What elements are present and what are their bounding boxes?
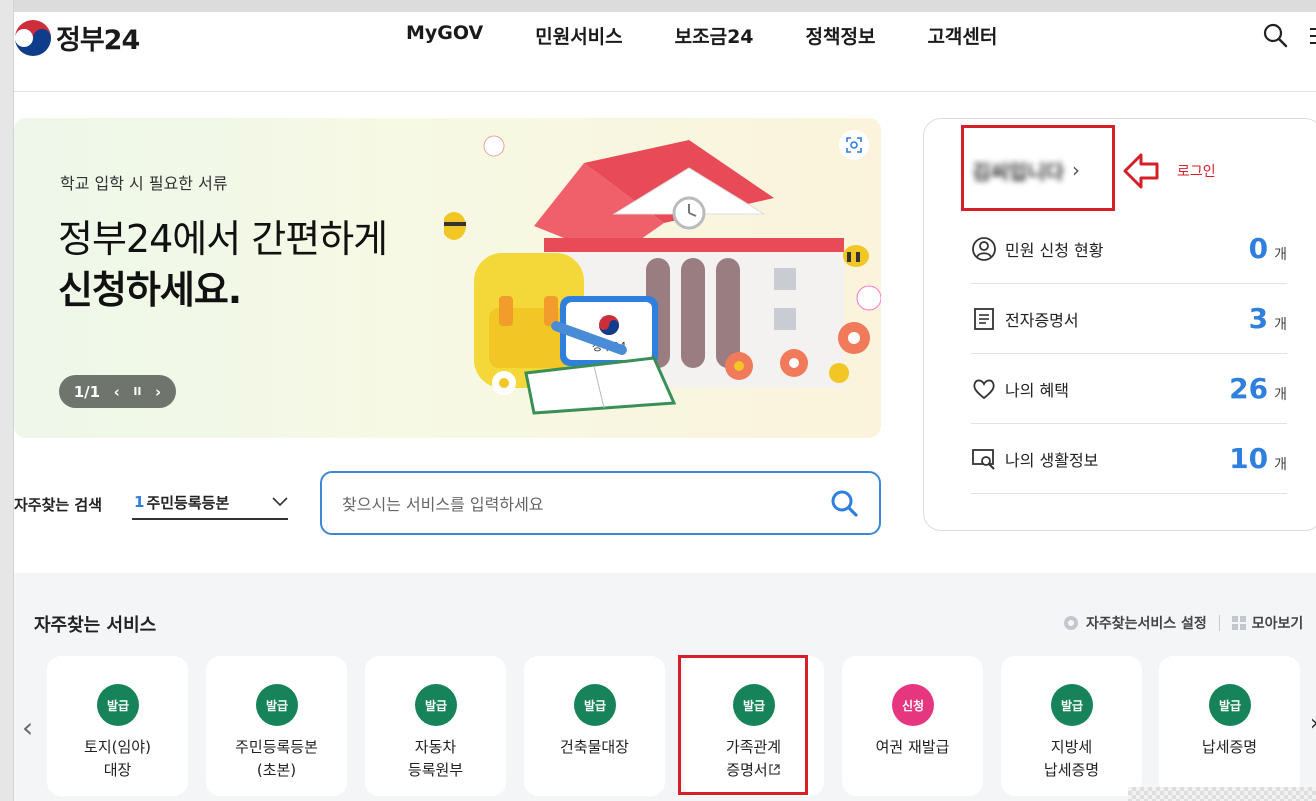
stat-label: 전자증명서	[1005, 310, 1079, 330]
grid-icon[interactable]	[1231, 616, 1246, 630]
banner-title-line1: 정부24에서 간편하게	[58, 217, 388, 261]
document-icon	[974, 307, 994, 330]
site-logo[interactable]: 정부24	[14, 18, 140, 57]
my-info-panel: 김씨입니다 › 로그인 민원 신청 현황 0 개 전자증명서 3 개 나의 혜택…	[923, 118, 1316, 531]
stat-value: 10	[1229, 442, 1269, 475]
service-card[interactable]: 발급 납세증명	[1159, 656, 1300, 796]
selected-keyword: 주민등록등본	[146, 493, 230, 512]
stat-value: 26	[1229, 372, 1269, 405]
heart-icon	[973, 379, 995, 399]
taegeuk-logo-icon	[14, 19, 52, 56]
family-certificate-highlight	[678, 655, 808, 795]
stat-unit: 개	[1274, 246, 1287, 263]
gear-icon[interactable]	[1062, 614, 1080, 632]
stat-label: 민원 신청 현황	[1005, 240, 1104, 260]
logo-text: 정부24	[56, 25, 140, 56]
search-input[interactable]	[342, 491, 802, 517]
banner-subtitle: 학교 입학 시 필요한 서류	[60, 174, 228, 193]
frequent-search-select[interactable]: 1 주민등록등본	[132, 486, 288, 520]
nav-civil-services[interactable]: 민원서비스	[535, 22, 622, 49]
login-name[interactable]: 김씨입니다	[972, 156, 1064, 185]
chevron-right-icon[interactable]: ›	[1072, 158, 1080, 182]
stat-civil-applications[interactable]: 민원 신청 현황 0 개	[971, 214, 1287, 284]
service-card[interactable]: 발급 자동차 등록원부	[365, 656, 506, 796]
stat-label: 나의 생활정보	[1005, 450, 1099, 470]
banner-pager: 1/1 ‹ II ›	[59, 375, 176, 408]
stat-unit: 개	[1274, 456, 1287, 473]
stat-label: 나의 혜택	[1005, 380, 1069, 400]
next-slide-icon[interactable]: ›	[155, 383, 161, 401]
issue-badge: 발급	[1051, 684, 1093, 726]
service-card[interactable]: 신청 여권 재발급	[842, 656, 983, 796]
stat-life-info[interactable]: 나의 생활정보 10 개	[971, 424, 1287, 494]
stat-value: 3	[1248, 302, 1269, 335]
search-submit-icon[interactable]	[828, 487, 860, 519]
nav-policy-info[interactable]: 정책정보	[806, 22, 876, 49]
banner-title-line2: 신청하세요.	[58, 268, 242, 313]
arrow-left-icon	[1123, 153, 1159, 189]
service-card[interactable]: 발급 주민등록등본 (초본)	[206, 656, 347, 796]
person-circle-icon	[972, 236, 996, 261]
service-name: 건축물대장	[559, 738, 629, 756]
service-name: 여권 재발급	[875, 738, 950, 756]
school-illustration: 정부24	[444, 135, 881, 415]
login-highlight[interactable]: 김씨입니다 ›	[961, 125, 1115, 211]
window-left-edge	[0, 0, 14, 801]
services-title: 자주찾는 서비스	[34, 615, 157, 636]
nav-mygov[interactable]: MyGOV	[406, 22, 483, 49]
frequent-search: 자주찾는 검색 1 주민등록등본	[14, 493, 288, 520]
hero-banner[interactable]: 학교 입학 시 필요한 서류 정부24에서 간편하게 신청하세요. 1/1 ‹ …	[14, 118, 881, 438]
chevron-right-icon[interactable]: ›	[1310, 711, 1316, 736]
issue-badge: 발급	[97, 684, 139, 726]
service-card[interactable]: 발급 건축물대장	[524, 656, 665, 796]
search-monitor-icon	[972, 448, 995, 470]
service-search	[320, 471, 881, 535]
apply-badge: 신청	[892, 684, 934, 726]
stat-unit: 개	[1274, 316, 1287, 333]
window-top-edge	[0, 0, 1316, 12]
issue-badge: 발급	[574, 684, 616, 726]
pause-icon[interactable]: II	[133, 385, 141, 398]
site-header: 정부24 MyGOV 민원서비스 보조금24 정책정보 고객센터	[14, 12, 1316, 92]
more-vertical-icon[interactable]	[1310, 26, 1316, 46]
divider	[1218, 615, 1220, 631]
services-settings-link[interactable]: 자주찾는서비스 설정	[1086, 613, 1207, 633]
rank-number: 1	[134, 493, 145, 511]
services-tools: 자주찾는서비스 설정 모아보기	[1062, 613, 1303, 633]
chevron-left-icon[interactable]: ‹	[22, 711, 33, 744]
service-card[interactable]: 발급 토지(임야) 대장	[47, 656, 188, 796]
page: 정부24 MyGOV 민원서비스 보조금24 정책정보 고객센터 학교 입학 시…	[0, 0, 1316, 801]
service-name: 자동차 등록원부	[407, 738, 464, 779]
issue-badge: 발급	[1209, 684, 1251, 726]
transparency-pattern	[1128, 787, 1316, 801]
stat-unit: 개	[1274, 386, 1287, 403]
view-all-link[interactable]: 모아보기	[1252, 613, 1304, 633]
service-name: 납세증명	[1201, 738, 1258, 756]
nav-subsidy24[interactable]: 보조금24	[675, 22, 754, 49]
service-name: 지방세 납세증명	[1043, 738, 1100, 779]
issue-badge: 발급	[256, 684, 298, 726]
main-nav: MyGOV 민원서비스 보조금24 정책정보 고객센터	[406, 22, 1049, 49]
stat-value: 0	[1248, 232, 1269, 265]
chevron-down-icon	[272, 497, 288, 507]
banner-title: 정부24에서 간편하게 신청하세요.	[58, 214, 388, 317]
issue-badge: 발급	[415, 684, 457, 726]
login-annotation: 로그인	[1177, 164, 1216, 180]
prev-slide-icon[interactable]: ‹	[114, 383, 120, 401]
service-name: 주민등록등본 (초본)	[235, 738, 318, 779]
service-name: 토지(임야) 대장	[84, 738, 151, 779]
frequent-services: 자주찾는 서비스 자주찾는서비스 설정 모아보기 ‹ 발급 토지(임야) 대장 …	[14, 573, 1316, 801]
nav-customer-center[interactable]: 고객센터	[927, 22, 997, 49]
pager-count: 1/1	[73, 382, 101, 401]
search-icon[interactable]	[1262, 22, 1288, 48]
service-card[interactable]: 발급 지방세 납세증명	[1001, 656, 1142, 796]
stat-e-certificates[interactable]: 전자증명서 3 개	[971, 284, 1287, 354]
stat-my-benefits[interactable]: 나의 혜택 26 개	[971, 354, 1287, 424]
frequent-search-label: 자주찾는 검색	[14, 496, 103, 514]
